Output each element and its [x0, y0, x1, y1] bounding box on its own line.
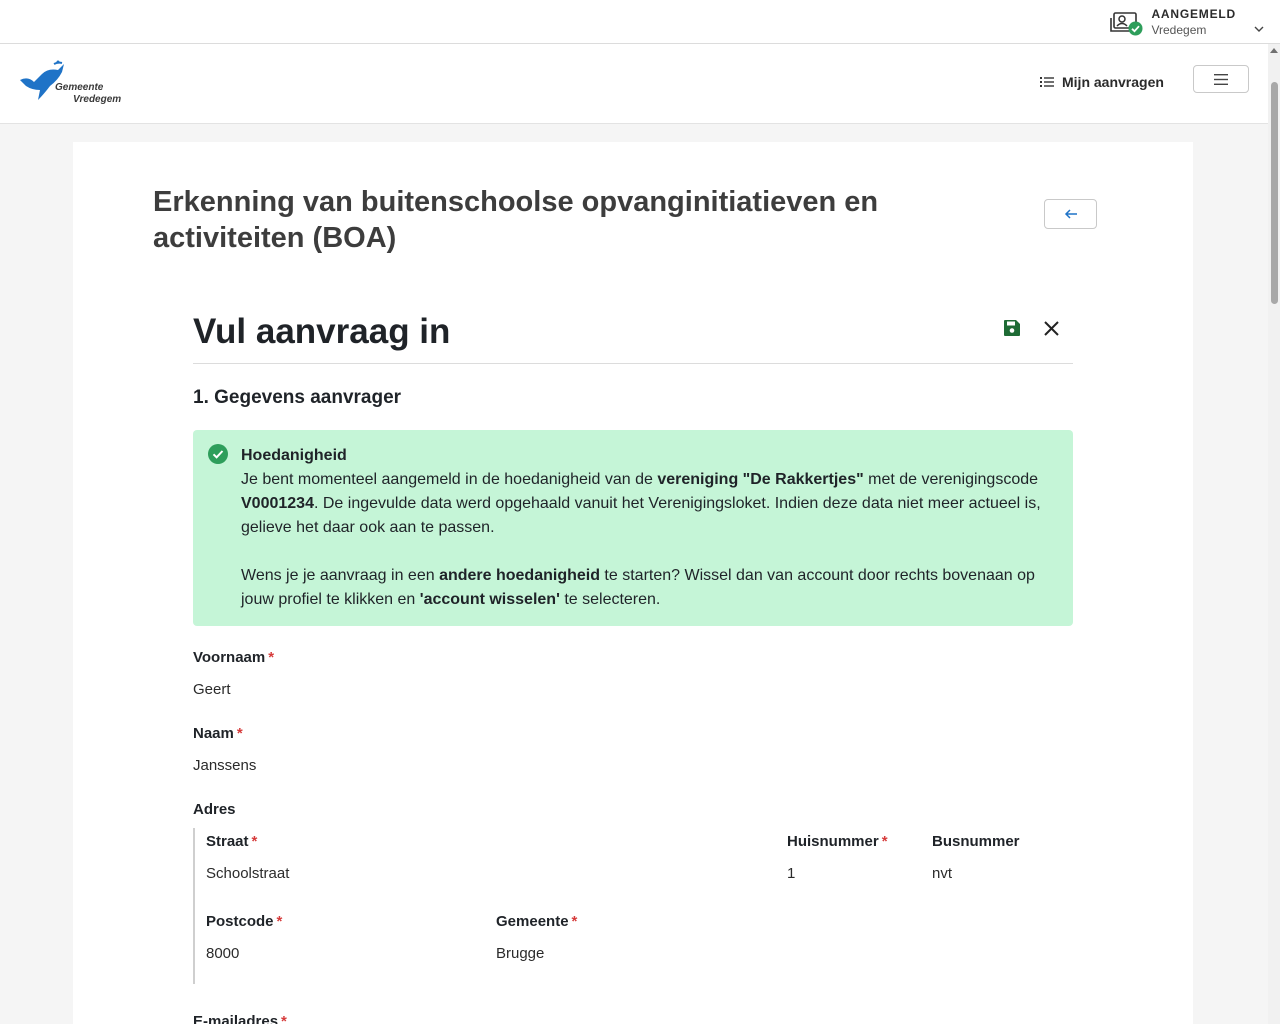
floppy-disk-icon[interactable] [1003, 319, 1021, 337]
field-postcode: Postcode * 8000 [206, 910, 282, 966]
scroll-up-arrow-icon[interactable] [1270, 48, 1278, 53]
alert-emphasis: andere hoedanigheid [439, 567, 600, 584]
field-label: Naam * [193, 722, 1073, 746]
alert-title: Hoedanigheid [241, 447, 347, 464]
check-circle-icon [208, 444, 228, 464]
field-label: Straat * [206, 830, 289, 854]
field-label: Postcode * [206, 910, 282, 934]
alert-paragraph-1: Je bent momenteel aangemeld in de hoedan… [241, 468, 1053, 540]
alert-text: te selecteren. [559, 591, 661, 608]
alert-association-code: V0001234 [241, 495, 314, 512]
hamburger-icon [1214, 73, 1228, 85]
required-mark: * [236, 725, 243, 742]
profile-card-icon [1109, 9, 1143, 36]
straat-value: Schoolstraat [206, 865, 290, 882]
field-adres: Adres Straat * Schoolstraat Huisnummer * 1… [193, 798, 1073, 984]
straat-label: Straat [206, 833, 249, 850]
site-header: Gemeente Vredegem Mijn aanvragen [0, 44, 1268, 124]
voornaam-value: Geert [193, 681, 231, 698]
field-busnummer: Busnummer nvt [932, 830, 1020, 886]
postcode-label: Postcode [206, 913, 274, 930]
alert-text: . De ingevulde data werd opgehaald vanui… [241, 495, 1041, 536]
scrollbar-thumb[interactable] [1271, 82, 1278, 304]
postcode-value: 8000 [206, 945, 240, 962]
busnummer-label: Busnummer [932, 833, 1020, 850]
gemeente-label: Gemeente [496, 913, 569, 930]
required-mark: * [276, 913, 283, 930]
request-form: Vul aanvraag in 1. Gegevens aanvrager Ho… [193, 307, 1073, 1024]
huisnummer-value: 1 [787, 865, 796, 882]
field-label: Huisnummer * [787, 830, 888, 854]
required-mark: * [571, 913, 578, 930]
form-header: Vul aanvraag in [193, 307, 1073, 364]
logo-text-line1: Gemeente [55, 82, 104, 93]
top-bar: AANGEMELD Vredegem [0, 0, 1280, 44]
logo-text-line2: Vredegem [73, 94, 122, 105]
form-title: Vul aanvraag in [193, 312, 451, 351]
my-requests-link[interactable]: Mijn aanvragen [1040, 74, 1164, 90]
busnummer-value: nvt [932, 865, 953, 882]
arrow-left-icon [1064, 209, 1077, 219]
back-button[interactable] [1044, 199, 1097, 229]
field-huisnummer: Huisnummer * 1 [787, 830, 888, 886]
success-alert: Hoedanigheid Je bent momenteel aangemeld… [193, 430, 1073, 626]
alert-association-name: vereniging "De Rakkertjes" [657, 471, 864, 488]
profile-status: AANGEMELD Vredegem [1151, 6, 1236, 38]
profile-status-label: AANGEMELD [1151, 7, 1236, 21]
gemeente-value: Brugge [496, 945, 545, 962]
field-gemeente: Gemeente * Brugge [496, 910, 577, 966]
profile-menu[interactable]: AANGEMELD Vredegem [1109, 4, 1264, 40]
field-voornaam: Voornaam * Geert [193, 646, 1073, 702]
field-label: Voornaam * [193, 646, 1073, 670]
adres-label: Adres [193, 801, 236, 818]
check-badge-icon [1128, 21, 1143, 36]
naam-label: Naam [193, 725, 234, 742]
alert-text: Wens je je aanvraag in een [241, 567, 440, 584]
page-scrollbar[interactable] [1268, 44, 1280, 1024]
required-mark: * [268, 649, 275, 666]
my-requests-label: Mijn aanvragen [1062, 74, 1164, 90]
main-card: Erkenning van buitenschoolse opvanginiti… [73, 142, 1193, 1024]
field-straat: Straat * Schoolstraat [206, 830, 289, 886]
huisnummer-label: Huisnummer [787, 833, 879, 850]
field-label: Gemeente * [496, 910, 577, 934]
required-mark: * [281, 1013, 287, 1024]
close-icon[interactable] [1044, 321, 1059, 336]
required-mark: * [881, 833, 888, 850]
field-label: E-mailadres * [193, 1010, 1073, 1024]
alert-text: Je bent momenteel aangemeld in de hoedan… [241, 471, 658, 488]
naam-value: Janssens [193, 757, 257, 774]
menu-button[interactable] [1193, 65, 1249, 93]
email-label: E-mailadres [193, 1013, 279, 1024]
required-mark: * [251, 833, 258, 850]
alert-text: met de verenigingscode [863, 471, 1039, 488]
list-icon [1040, 77, 1054, 87]
field-email: E-mailadres * [193, 1010, 1073, 1024]
adres-group: Straat * Schoolstraat Huisnummer * 1 Busnu… [193, 828, 1073, 984]
page-title: Erkenning van buitenschoolse opvanginiti… [153, 186, 879, 254]
field-naam: Naam * Janssens [193, 722, 1073, 778]
voornaam-label: Voornaam [193, 649, 266, 666]
section-title: 1. Gegevens aanvrager [193, 387, 402, 408]
alert-switch-account: 'account wisselen' [419, 591, 560, 608]
gemeente-logo[interactable]: Gemeente Vredegem [18, 60, 138, 110]
alert-paragraph-2: Wens je je aanvraag in een andere hoedan… [241, 564, 1053, 612]
profile-municipality: Vredegem [1151, 23, 1207, 37]
chevron-down-icon [1254, 26, 1264, 32]
